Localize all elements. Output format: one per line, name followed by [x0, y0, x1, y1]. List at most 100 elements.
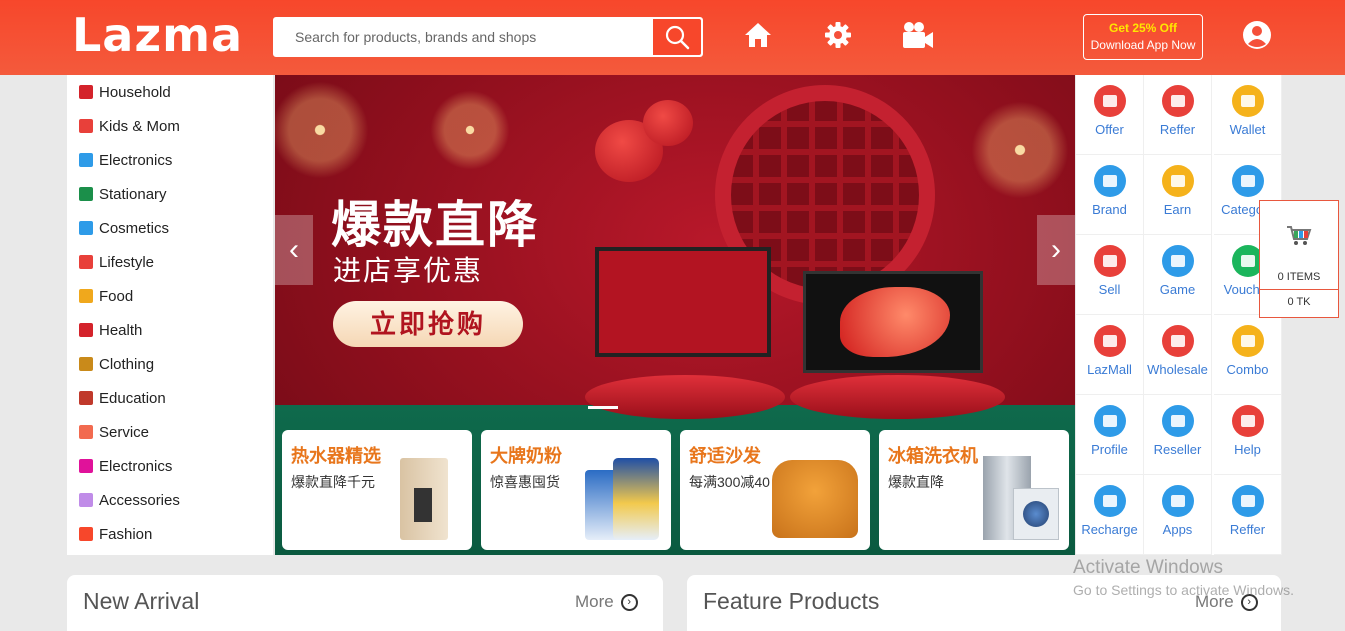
card-title: 热水器精选 [291, 446, 381, 466]
quick-link-reffer[interactable]: Reffer [1144, 75, 1212, 155]
category-item[interactable]: Accessories [79, 483, 180, 517]
category-icon [79, 493, 93, 507]
quick-link-help[interactable]: Help [1214, 395, 1282, 475]
category-item[interactable]: Kids & Mom [79, 109, 180, 143]
banner-product-card[interactable]: 大牌奶粉 惊喜惠囤货 [481, 430, 671, 550]
category-label: Electronics [99, 457, 173, 475]
category-item[interactable]: Electronics [79, 449, 172, 483]
quick-link-earn[interactable]: Earn [1144, 155, 1212, 235]
category-label: Stationary [99, 185, 167, 203]
new-bubble-icon [1161, 244, 1195, 278]
category-item[interactable]: Stationary [79, 177, 167, 211]
shopping-cart-icon [1287, 226, 1312, 245]
watermark-subtitle: Go to Settings to activate Windows. [1073, 582, 1294, 598]
quick-link-offer[interactable]: Offer [1076, 75, 1144, 155]
quick-link-label: Profile [1091, 442, 1128, 457]
firework-graphic [425, 85, 515, 175]
banner-product-card[interactable]: 舒适沙发 每满300减40 [680, 430, 870, 550]
quick-link-profile[interactable]: Profile [1076, 395, 1144, 475]
category-icon [79, 459, 93, 473]
category-label: Electronics [99, 151, 173, 169]
site-logo[interactable]: Lazma [72, 10, 243, 60]
quick-link-recharge[interactable]: Recharge [1076, 475, 1144, 555]
banner-product-card[interactable]: 冰箱洗衣机 爆款直降 [879, 430, 1069, 550]
category-item[interactable]: Cosmetics [79, 211, 169, 245]
category-item[interactable]: Lifestyle [79, 245, 154, 279]
section-title: Feature Products [703, 588, 880, 614]
home-button[interactable] [743, 19, 773, 51]
milk-powder-can-image [613, 458, 659, 540]
video-button[interactable] [901, 19, 935, 51]
category-item[interactable]: Electronics [79, 143, 172, 177]
washing-machine-image [1013, 488, 1059, 540]
card-icon [1093, 404, 1127, 438]
ticket-icon [1161, 164, 1195, 198]
armchair-sofa-image [772, 460, 858, 538]
carousel-indicator[interactable] [588, 406, 618, 409]
quick-link-brand[interactable]: Brand [1076, 155, 1144, 235]
category-icon [79, 221, 93, 235]
category-item[interactable]: Food [79, 279, 133, 313]
category-label: Accessories [99, 491, 180, 509]
water-heater-image [400, 458, 448, 540]
quick-link-game[interactable]: Game [1144, 235, 1212, 315]
floating-cart[interactable]: 0 ITEMS 0 TK [1259, 200, 1339, 318]
category-icon [79, 119, 93, 133]
carousel-next-button[interactable]: › [1037, 215, 1075, 285]
category-item[interactable]: Education [79, 381, 166, 415]
watermark-title: Activate Windows [1073, 557, 1223, 578]
search-input[interactable] [274, 18, 654, 56]
promo-banner-carousel[interactable]: 爆款直降 进店享优惠 立即抢购 ‹ › 热水器精选 爆款直降千元 大牌奶粉 惊喜… [275, 75, 1075, 555]
category-icon [79, 391, 93, 405]
download-app-promo[interactable]: Get 25% Off Download App Now [1083, 14, 1203, 60]
quick-link-label: Apps [1162, 522, 1193, 537]
new-arrival-section: New Arrival More › [67, 575, 663, 631]
quick-link-label: Help [1234, 442, 1261, 457]
category-label: Kids & Mom [99, 117, 180, 135]
quick-link-label: Reseller [1153, 442, 1202, 457]
app-promo-discount: Get 25% Off [1108, 21, 1177, 35]
category-item[interactable]: Fashion [79, 517, 152, 551]
search-button[interactable] [652, 18, 702, 56]
top-header: Lazma Search for products, brands and sh… [0, 0, 1345, 75]
category-item[interactable]: Health [79, 313, 142, 347]
carousel-prev-button[interactable]: ‹ [275, 215, 313, 285]
account-button[interactable] [1242, 19, 1272, 51]
home-icon [745, 23, 771, 47]
card-subtitle: 爆款直降 [888, 474, 944, 490]
quick-link-label: Brand [1092, 202, 1127, 217]
card-title: 舒适沙发 [689, 446, 761, 466]
tv-product-graphic [595, 247, 771, 357]
quick-link-wholesale[interactable]: Wholesale [1144, 315, 1212, 395]
chevron-left-icon: ‹ [289, 233, 299, 266]
category-item[interactable]: Service [79, 415, 149, 449]
phone-yen-icon [1093, 484, 1127, 518]
search-icon [665, 25, 690, 50]
wallet-red-icon [1093, 244, 1127, 278]
banner-cta-button[interactable]: 立即抢购 [333, 301, 523, 347]
quick-link-sell[interactable]: Sell [1076, 235, 1144, 315]
category-label: Cosmetics [99, 219, 170, 237]
quick-link-combo[interactable]: Combo [1214, 315, 1282, 395]
category-item[interactable]: Household [79, 75, 171, 109]
quick-link-reffer[interactable]: Reffer [1214, 475, 1282, 555]
banner-product-card[interactable]: 热水器精选 爆款直降千元 [282, 430, 472, 550]
user-account-icon [1243, 21, 1271, 49]
gear-icon [825, 22, 851, 48]
category-label: Service [99, 423, 150, 441]
more-link[interactable]: More › [575, 592, 638, 612]
quick-link-lazmall[interactable]: LazMall [1076, 315, 1144, 395]
stage-graphic [790, 375, 1005, 419]
category-item[interactable]: Clothing [79, 347, 154, 381]
quick-link-label: Offer [1095, 122, 1124, 137]
quick-link-apps[interactable]: Apps [1144, 475, 1212, 555]
cart-divider [1260, 289, 1338, 290]
category-icon [79, 323, 93, 337]
card-icon [1161, 484, 1195, 518]
chevron-right-icon: › [620, 593, 638, 611]
category-label: Education [99, 389, 166, 407]
quick-link-reseller[interactable]: Reseller [1144, 395, 1212, 475]
settings-button[interactable] [823, 19, 853, 51]
quick-link-wallet[interactable]: Wallet [1214, 75, 1282, 155]
cart-total: 0 TK [1287, 296, 1311, 308]
